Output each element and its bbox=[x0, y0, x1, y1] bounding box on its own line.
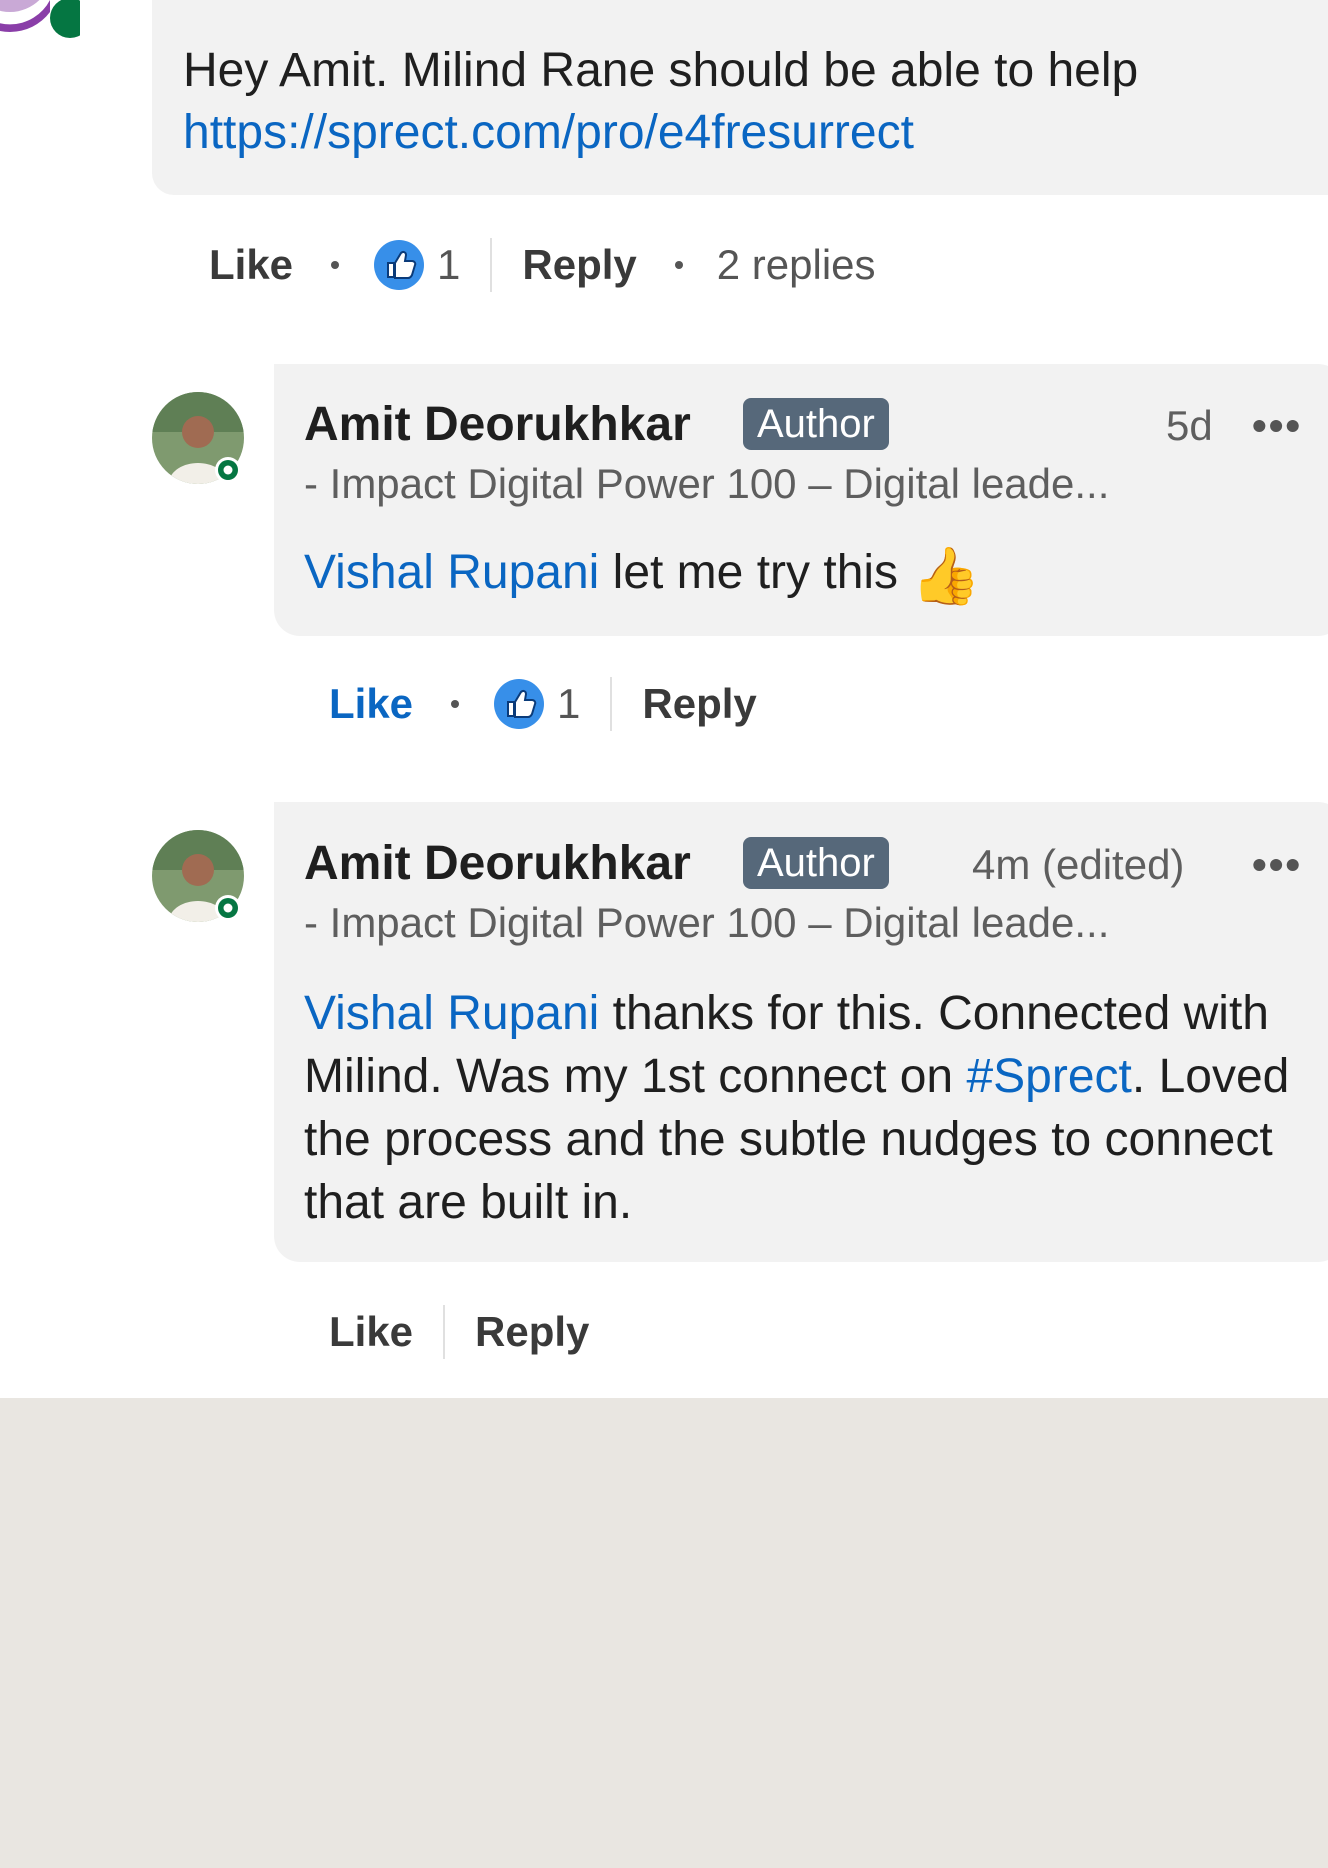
reply-message: let me try this bbox=[599, 546, 912, 599]
reply-author-name[interactable]: Amit Deorukhkar bbox=[304, 836, 691, 891]
commenter-avatar[interactable] bbox=[0, 0, 80, 40]
reply-avatar[interactable] bbox=[152, 392, 244, 484]
comment-link[interactable]: https://sprect.com/pro/e4fresurrect bbox=[183, 102, 1303, 164]
divider bbox=[490, 238, 493, 292]
reply-text: Vishal Rupani thanks for this. Connected… bbox=[304, 982, 1324, 1234]
mention-link[interactable]: Vishal Rupani bbox=[304, 546, 599, 599]
author-badge: Author bbox=[743, 398, 889, 450]
separator-dot bbox=[451, 700, 460, 708]
page-background bbox=[0, 1398, 1328, 1868]
thumbs-up-icon: 👍 bbox=[911, 543, 982, 607]
like-button[interactable]: Like bbox=[329, 680, 413, 728]
reply-actions: Like 1 Reply bbox=[329, 674, 757, 734]
reaction-count[interactable]: 1 bbox=[437, 241, 460, 289]
divider bbox=[610, 677, 613, 731]
replies-count[interactable]: 2 replies bbox=[717, 241, 876, 289]
divider bbox=[443, 1305, 446, 1359]
reply-author-name[interactable]: Amit Deorukhkar bbox=[304, 397, 691, 452]
reply-author-headline: - Impact Digital Power 100 – Digital lea… bbox=[304, 899, 1110, 946]
separator-dot bbox=[674, 261, 683, 269]
like-button[interactable]: Like bbox=[329, 1308, 413, 1356]
reply-timestamp: 5d bbox=[1166, 402, 1213, 449]
mention-link[interactable]: Vishal Rupani bbox=[304, 987, 599, 1040]
more-options-icon[interactable]: ••• bbox=[1252, 841, 1302, 889]
like-reaction-icon[interactable] bbox=[493, 678, 545, 730]
reaction-count[interactable]: 1 bbox=[557, 680, 580, 728]
reply-avatar[interactable] bbox=[152, 830, 244, 922]
reply-timestamp: 4m (edited) bbox=[972, 841, 1185, 888]
presence-indicator-icon bbox=[50, 0, 80, 38]
reply-actions: Like Reply bbox=[329, 1302, 589, 1362]
comment-message: Hey Amit. Milind Rane should be able to … bbox=[183, 44, 1139, 97]
hashtag-link[interactable]: #Sprect bbox=[966, 1050, 1131, 1103]
separator-dot bbox=[331, 261, 340, 269]
more-options-icon[interactable]: ••• bbox=[1252, 402, 1302, 450]
comment-text: Hey Amit. Milind Rane should be able to … bbox=[183, 40, 1303, 164]
like-button[interactable]: Like bbox=[209, 241, 293, 289]
reply-button[interactable]: Reply bbox=[522, 241, 636, 289]
comments-feed: Hey Amit. Milind Rane should be able to … bbox=[0, 0, 1328, 1398]
like-reaction-icon[interactable] bbox=[373, 239, 425, 291]
reply-button[interactable]: Reply bbox=[475, 1308, 589, 1356]
reply-text: Vishal Rupani let me try this 👍 bbox=[304, 541, 1324, 607]
comment-actions: Like 1 Reply 2 replies bbox=[209, 235, 876, 295]
reply-button[interactable]: Reply bbox=[642, 680, 756, 728]
reply-author-headline: - Impact Digital Power 100 – Digital lea… bbox=[304, 460, 1110, 507]
author-badge: Author bbox=[743, 837, 889, 889]
